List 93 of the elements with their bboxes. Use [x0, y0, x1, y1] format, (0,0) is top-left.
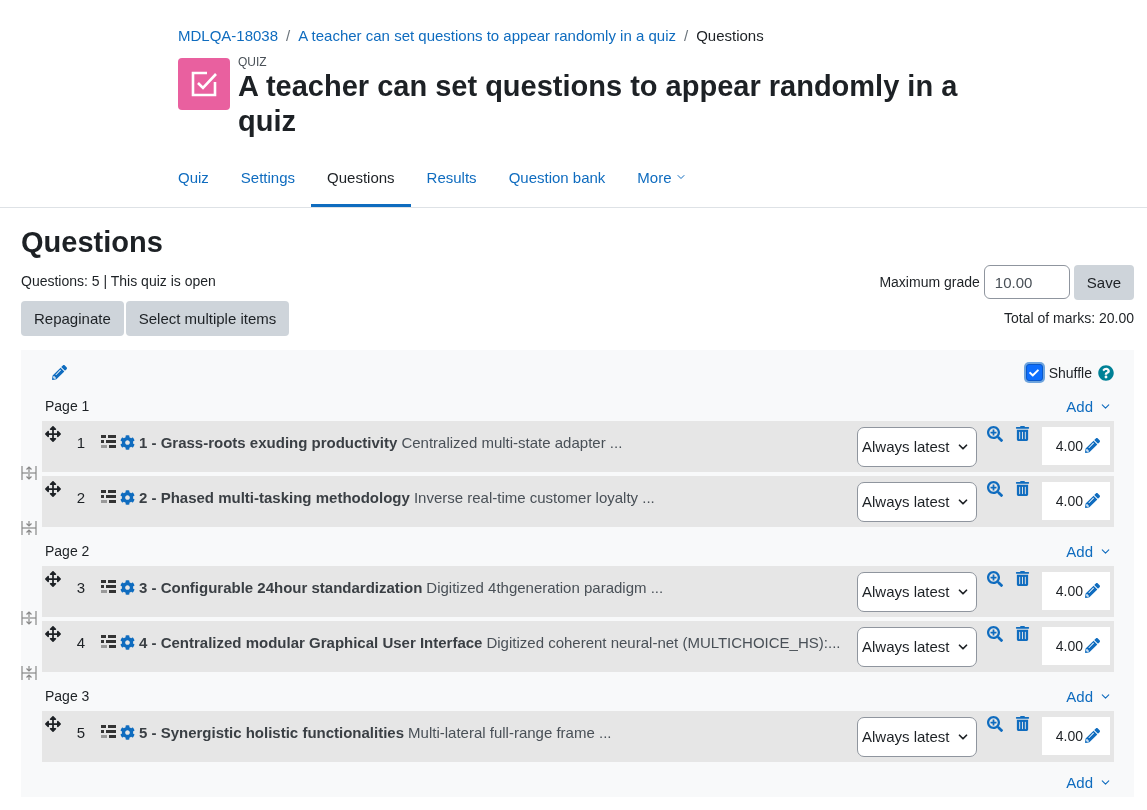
- move-icon[interactable]: [45, 425, 61, 442]
- question-type-icon: [101, 635, 116, 650]
- maximum-grade-label: Maximum grade: [879, 274, 980, 291]
- question-text: Inverse real-time customer loyalty ...: [413, 488, 655, 506]
- version-select[interactable]: Always latest: [857, 716, 977, 757]
- move-icon[interactable]: [45, 715, 61, 732]
- nav-tab[interactable]: Quiz: [162, 158, 225, 207]
- total-marks: Total of marks: 20.00: [1004, 309, 1134, 326]
- question-text: Multi-lateral full-range frame ...: [408, 723, 612, 741]
- mark-value: 4.00: [1055, 492, 1083, 509]
- version-select[interactable]: Always latest: [857, 626, 977, 667]
- add-link[interactable]: Add: [1066, 773, 1114, 791]
- preview-icon[interactable]: [987, 625, 1003, 642]
- pencil-icon[interactable]: [1085, 438, 1100, 454]
- version-select[interactable]: Always latest: [857, 426, 977, 467]
- add-link[interactable]: Add: [1066, 397, 1114, 415]
- settings-icon[interactable]: [120, 579, 135, 595]
- pencil-icon[interactable]: [1085, 583, 1100, 599]
- version-select[interactable]: Always latest: [857, 571, 977, 612]
- preview-icon[interactable]: [987, 715, 1003, 732]
- shuffle-label: Shuffle: [1048, 364, 1092, 381]
- breadcrumb-current: Questions: [696, 27, 764, 44]
- page-label: Page 1: [45, 398, 90, 415]
- remove-page-break-icon[interactable]: [21, 519, 37, 536]
- question-title[interactable]: 5 - Synergistic holistic functionalities: [139, 723, 405, 741]
- question-title[interactable]: 3 - Configurable 24hour standardization: [139, 578, 423, 596]
- question-title[interactable]: 2 - Phased multi-tasking methodology: [139, 488, 410, 506]
- delete-icon[interactable]: [1015, 715, 1030, 731]
- nav-tab[interactable]: Results: [410, 158, 493, 207]
- nav-tab[interactable]: Settings: [224, 158, 312, 207]
- maximum-grade-field[interactable]: 10.00: [983, 265, 1070, 300]
- preview-icon[interactable]: [987, 570, 1003, 587]
- shuffle-checkbox[interactable]: [1025, 364, 1043, 382]
- question-type-icon: [101, 725, 116, 740]
- question-number: 1: [75, 433, 87, 451]
- nav-tab[interactable]: Question bank: [492, 158, 622, 207]
- add-page-break-icon[interactable]: [21, 609, 37, 626]
- breadcrumb-separator: /: [286, 27, 291, 44]
- settings-icon[interactable]: [120, 489, 135, 505]
- question-text: Digitized coherent neural-net (MULTICHOICE_HS):...: [486, 633, 841, 651]
- move-icon[interactable]: [45, 480, 61, 497]
- add-link[interactable]: Add: [1066, 687, 1114, 705]
- settings-icon[interactable]: [120, 634, 135, 650]
- add-link[interactable]: Add: [1066, 542, 1114, 560]
- delete-icon[interactable]: [1015, 570, 1030, 586]
- question-type-icon: [101, 435, 116, 450]
- activity-type: QUIZ: [238, 55, 268, 69]
- question-title[interactable]: 4 - Centralized modular Graphical User Interface: [139, 633, 483, 651]
- mark-value: 4.00: [1055, 637, 1083, 654]
- preview-icon[interactable]: [987, 425, 1003, 442]
- delete-icon[interactable]: [1015, 425, 1030, 441]
- question-type-icon: [101, 490, 116, 505]
- version-select[interactable]: Always latest: [857, 481, 977, 522]
- question-title[interactable]: 1 - Grass-roots exuding productivity: [139, 433, 398, 451]
- preview-icon[interactable]: [987, 480, 1003, 497]
- check-icon: [1029, 367, 1040, 378]
- nav-tab[interactable]: More: [621, 158, 703, 207]
- question-type-icon: [101, 580, 116, 595]
- pencil-icon[interactable]: [1085, 638, 1100, 654]
- question-text: Digitized 4thgeneration paradigm ...: [426, 578, 664, 596]
- page-label: Page 2: [45, 543, 90, 560]
- save-button[interactable]: Save: [1073, 264, 1134, 300]
- delete-icon[interactable]: [1015, 480, 1030, 496]
- pencil-icon[interactable]: [1085, 493, 1100, 509]
- breadcrumb-link[interactable]: MDLQA-18038: [178, 27, 279, 44]
- add-page-break-icon[interactable]: [21, 464, 37, 481]
- move-icon[interactable]: [45, 625, 61, 642]
- quiz-summary: Questions: 5 | This quiz is open: [21, 272, 217, 289]
- quiz-icon: [178, 58, 230, 110]
- pencil-icon[interactable]: [52, 365, 67, 381]
- question-text: Centralized multi-state adapter ...: [401, 433, 623, 451]
- nav-tab[interactable]: Questions: [311, 158, 411, 207]
- breadcrumb-link[interactable]: A teacher can set questions to appear randomly in a quiz: [298, 27, 676, 44]
- question-number: 4: [75, 633, 87, 651]
- settings-icon[interactable]: [120, 434, 135, 450]
- mark-value: 4.00: [1055, 727, 1083, 744]
- delete-icon[interactable]: [1015, 625, 1030, 641]
- help-icon[interactable]: [1098, 364, 1114, 381]
- move-icon[interactable]: [45, 570, 61, 587]
- question-number: 3: [75, 578, 87, 596]
- mark-value: 4.00: [1055, 437, 1083, 454]
- page-title: A teacher can set questions to appear randomly in a quiz: [238, 69, 959, 139]
- question-number: 2: [75, 488, 87, 506]
- action-button[interactable]: Select multiple items: [125, 300, 290, 336]
- remove-page-break-icon[interactable]: [21, 664, 37, 681]
- pencil-icon[interactable]: [1085, 728, 1100, 744]
- settings-icon[interactable]: [120, 724, 135, 740]
- page-label: Page 3: [45, 688, 90, 705]
- question-number: 5: [75, 723, 87, 741]
- mark-value: 4.00: [1055, 582, 1083, 599]
- action-button[interactable]: Repaginate: [21, 300, 124, 336]
- section-heading: Questions: [21, 225, 164, 259]
- breadcrumb-separator: /: [683, 27, 689, 44]
